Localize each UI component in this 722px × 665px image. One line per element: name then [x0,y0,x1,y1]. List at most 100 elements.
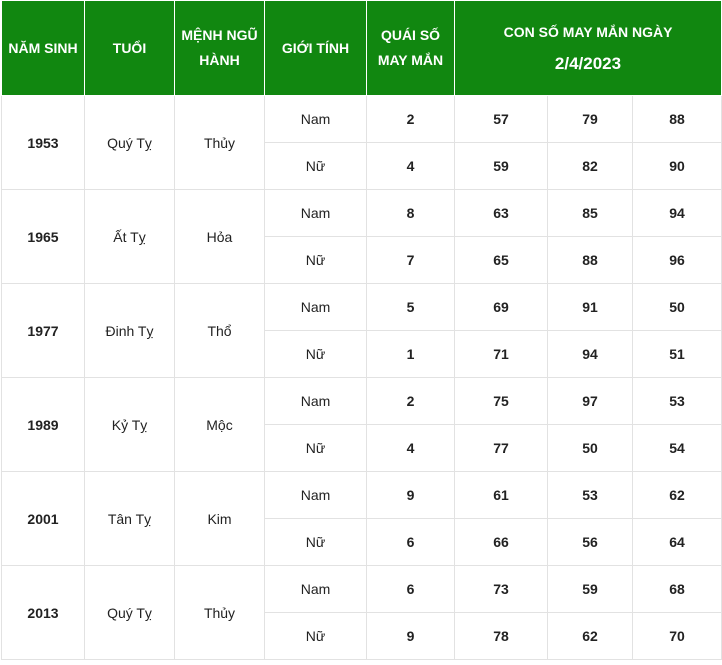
cell-lucky-number: 54 [631,424,722,472]
cell-gender: Nam [264,95,367,143]
cell-lucky-number: 79 [547,95,633,143]
cell-gender: Nam [264,189,367,237]
cell-lucky-number: 69 [454,283,548,331]
cell-year: 2001 [1,471,85,566]
cell-lucky-number: 75 [454,377,548,425]
cell-gender: Nam [264,471,367,519]
table-row: 1953 Quý Tỵ Thủy Nam 2 57 79 88 [1,95,722,190]
table-body: 1953 Quý Tỵ Thủy Nam 2 57 79 88 Nữ 4 59 82 90 1965 Ất … [1,95,722,660]
cell-quai-so: 8 [366,189,455,237]
cell-menh: Thủy [174,95,265,190]
cell-quai-so: 5 [366,283,455,331]
cell-lucky-number: 62 [547,612,633,660]
cell-lucky-number: 71 [454,330,548,378]
cell-lucky-number: 73 [454,565,548,613]
header-quai-line1: QUÁI SỐ [380,27,441,43]
cell-year: 1977 [1,283,85,378]
cell-menh: Kim [174,471,265,566]
cell-quai-so: 7 [366,236,455,284]
cell-menh: Hỏa [174,189,265,284]
cell-year: 1989 [1,377,85,472]
table-row: 1965 Ất Tỵ Hỏa Nam 8 63 85 94 [1,189,722,284]
cell-tuoi: Đinh Tỵ [84,283,175,378]
cell-lucky-number: 63 [454,189,548,237]
lucky-number-table: NĂM SINH TUỔI MỆNH NGŨ HÀNH GIỚI TÍNH QU… [1,0,722,660]
header-menh-ngu-hanh: MỆNH NGŨ HÀNH [174,0,265,96]
cell-tuoi: Quý Tỵ [84,565,175,660]
cell-lucky-number: 50 [631,283,722,331]
cell-gender: Nữ [264,424,367,472]
cell-tuoi: Tân Tỵ [84,471,175,566]
cell-lucky-number: 53 [547,471,633,519]
cell-menh: Mộc [174,377,265,472]
cell-lucky-number: 57 [454,95,548,143]
cell-gender: Nữ [264,236,367,284]
cell-gender: Nữ [264,518,367,566]
cell-lucky-number: 68 [631,565,722,613]
table-row: 1977 Đinh Tỵ Thổ Nam 5 69 91 50 [1,283,722,378]
header-tuoi: TUỔI [84,0,175,96]
cell-quai-so: 4 [366,424,455,472]
header-gioi-tinh: GIỚI TÍNH [264,0,367,96]
cell-lucky-number: 78 [454,612,548,660]
cell-gender: Nữ [264,142,367,190]
header-quai-line2: MAY MẮN [377,52,444,68]
cell-menh: Thủy [174,565,265,660]
header-con-so-title: CON SỐ MAY MẮN NGÀY [503,24,673,40]
header-date: 2/4/2023 [554,54,622,73]
table-row: 2013 Quý Tỵ Thủy Nam 6 73 59 68 [1,565,722,660]
cell-lucky-number: 96 [631,236,722,284]
cell-lucky-number: 77 [454,424,548,472]
cell-lucky-number: 91 [547,283,633,331]
cell-lucky-number: 59 [454,142,548,190]
cell-lucky-number: 70 [631,612,722,660]
cell-gender: Nam [264,565,367,613]
cell-menh: Thổ [174,283,265,378]
cell-lucky-number: 82 [547,142,633,190]
cell-gender: Nam [264,377,367,425]
cell-quai-so: 2 [366,95,455,143]
cell-quai-so: 6 [366,518,455,566]
cell-lucky-number: 56 [547,518,633,566]
cell-lucky-number: 61 [454,471,548,519]
cell-year: 2013 [1,565,85,660]
cell-lucky-number: 53 [631,377,722,425]
cell-gender: Nữ [264,612,367,660]
cell-year: 1953 [1,95,85,190]
header-quai-so: QUÁI SỐ MAY MẮN [366,0,455,96]
cell-gender: Nữ [264,330,367,378]
cell-quai-so: 2 [366,377,455,425]
table-row: 2001 Tân Tỵ Kim Nam 9 61 53 62 [1,471,722,566]
cell-lucky-number: 50 [547,424,633,472]
cell-quai-so: 1 [366,330,455,378]
cell-quai-so: 4 [366,142,455,190]
header-menh-line2: HÀNH [199,52,240,68]
cell-lucky-number: 85 [547,189,633,237]
cell-quai-so: 6 [366,565,455,613]
cell-lucky-number: 66 [454,518,548,566]
table-row: 1989 Kỷ Tỵ Mộc Nam 2 75 97 53 [1,377,722,472]
cell-lucky-number: 64 [631,518,722,566]
cell-quai-so: 9 [366,471,455,519]
cell-lucky-number: 65 [454,236,548,284]
cell-lucky-number: 51 [631,330,722,378]
cell-lucky-number: 88 [631,95,722,143]
cell-quai-so: 9 [366,612,455,660]
cell-tuoi: Quý Tỵ [84,95,175,190]
cell-lucky-number: 97 [547,377,633,425]
cell-lucky-number: 88 [547,236,633,284]
header-row: NĂM SINH TUỔI MỆNH NGŨ HÀNH GIỚI TÍNH QU… [1,0,722,96]
cell-lucky-number: 94 [631,189,722,237]
header-nam-sinh: NĂM SINH [1,0,85,96]
cell-tuoi: Ất Tỵ [84,189,175,284]
cell-lucky-number: 94 [547,330,633,378]
header-menh-line1: MỆNH NGŨ [181,27,258,43]
cell-year: 1965 [1,189,85,284]
header-con-so-may-man: CON SỐ MAY MẮN NGÀY 2/4/2023 [453,0,722,96]
cell-lucky-number: 59 [547,565,633,613]
cell-lucky-number: 62 [631,471,722,519]
cell-gender: Nam [264,283,367,331]
cell-lucky-number: 90 [631,142,722,190]
table-header: NĂM SINH TUỔI MỆNH NGŨ HÀNH GIỚI TÍNH QU… [1,0,722,96]
cell-tuoi: Kỷ Tỵ [84,377,175,472]
